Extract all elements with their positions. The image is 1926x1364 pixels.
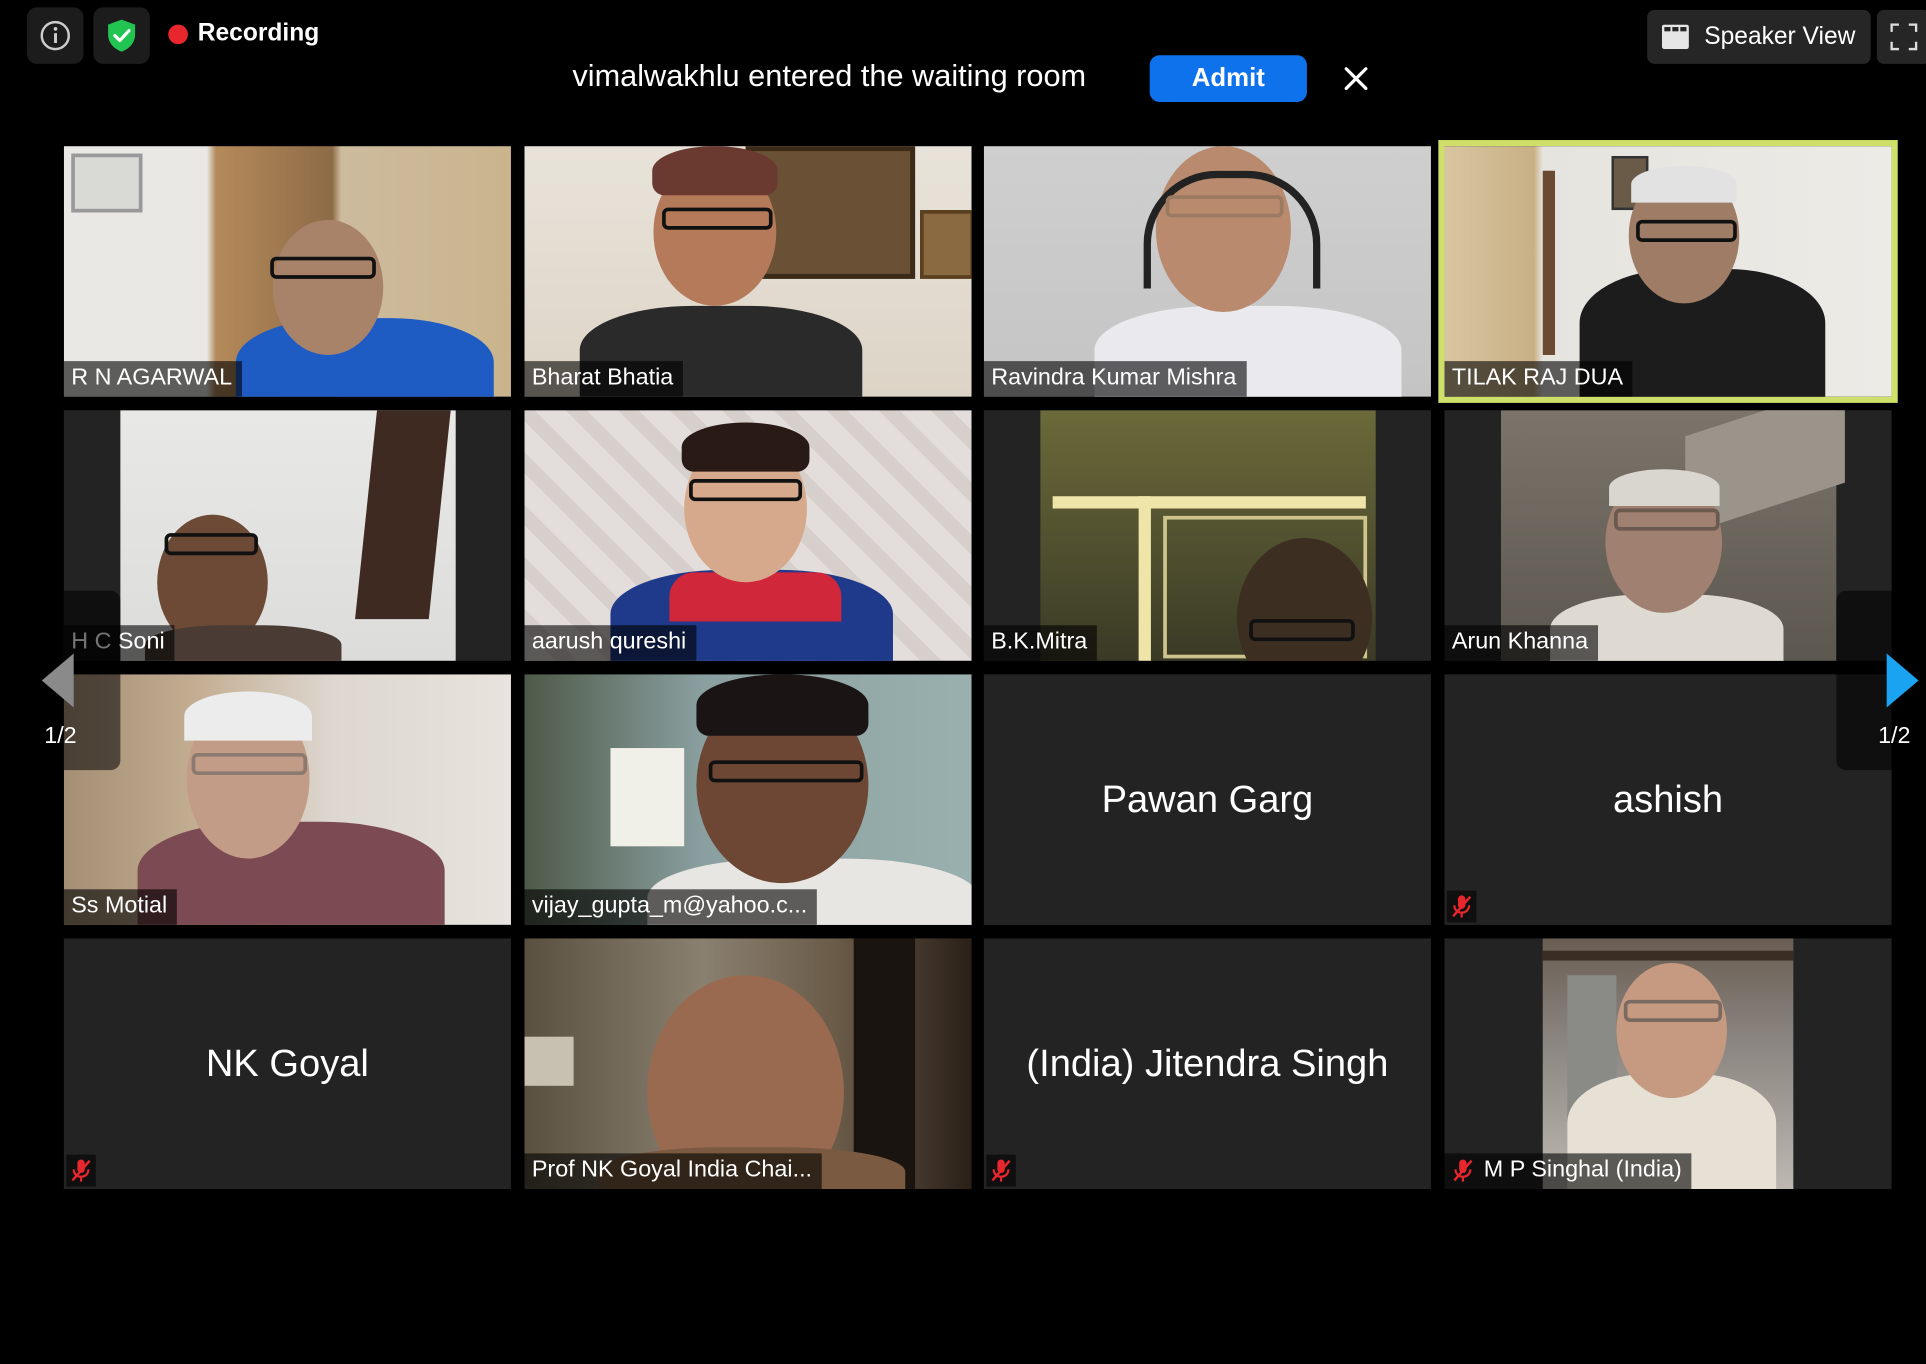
participant-tile[interactable]: Pawan Garg: [983, 674, 1431, 925]
video-feed: [1444, 146, 1892, 397]
participant-tile[interactable]: Ravindra Kumar Mishra: [983, 146, 1431, 397]
security-button[interactable]: [93, 7, 150, 64]
info-icon: [40, 20, 71, 51]
muted-mic-icon: [1446, 890, 1477, 923]
view-label: Speaker View: [1704, 22, 1856, 50]
participant-tile[interactable]: B.K.Mitra: [983, 410, 1431, 661]
participant-tile[interactable]: NK Goyal: [63, 938, 511, 1189]
shield-check-icon: [108, 19, 136, 52]
participant-name: Ss Motial: [63, 889, 178, 925]
video-feed: [524, 146, 972, 397]
participant-tile[interactable]: aarush qureshi: [524, 410, 972, 661]
participant-tile[interactable]: Arun Khanna: [1444, 410, 1892, 661]
participant-name: Prof NK Goyal India Chai...: [524, 1153, 822, 1189]
close-icon[interactable]: [1339, 61, 1373, 95]
participant-name-center: Pawan Garg: [1101, 777, 1314, 821]
video-feed: [983, 146, 1431, 397]
meeting-info-button[interactable]: [27, 7, 84, 64]
participant-name-center: ashish: [1612, 777, 1724, 821]
participant-tile[interactable]: ashish: [1444, 674, 1892, 925]
view-switch-button[interactable]: Speaker View: [1647, 9, 1871, 64]
participant-tile[interactable]: R N AGARWAL: [63, 146, 511, 397]
fullscreen-icon: [1890, 23, 1918, 51]
recording-indicator[interactable]: Recording: [168, 20, 319, 48]
participant-tile-active-speaker[interactable]: TILAK RAJ DUA: [1444, 146, 1892, 397]
participant-name: M P Singhal (India): [1483, 1157, 1682, 1183]
grid-icon: [1662, 24, 1690, 50]
recording-dot-icon: [168, 23, 188, 44]
participant-name-tag: M P Singhal (India): [1444, 1153, 1692, 1189]
waiting-room-notification: vimalwakhlu entered the waiting room Adm…: [540, 36, 1416, 121]
fullscreen-button[interactable]: [1876, 9, 1926, 64]
participant-tile[interactable]: Prof NK Goyal India Chai...: [524, 938, 972, 1189]
video-feed: [63, 674, 511, 925]
arrow-right-icon[interactable]: [1884, 653, 1919, 708]
arrow-left-icon[interactable]: [41, 653, 76, 708]
participant-tile[interactable]: (India) Jitendra Singh: [983, 938, 1431, 1189]
recording-label: Recording: [197, 19, 320, 47]
participant-name: Bharat Bhatia: [524, 361, 684, 397]
video-feed: [524, 938, 972, 1189]
meeting-window: Recording Speaker View vimalwakhlu enter…: [0, 0, 1926, 1364]
participant-tile[interactable]: H C Soni: [63, 410, 511, 661]
participant-name: vijay_gupta_m@yahoo.c...: [524, 889, 818, 925]
participant-name-center: NK Goyal: [205, 1041, 369, 1085]
participant-name: R N AGARWAL: [63, 361, 242, 397]
video-feed: [524, 410, 972, 661]
participant-name: aarush qureshi: [524, 625, 697, 661]
participant-name: Ravindra Kumar Mishra: [983, 361, 1247, 397]
participant-name: TILAK RAJ DUA: [1444, 361, 1633, 397]
participant-tile[interactable]: Ss Motial: [63, 674, 511, 925]
muted-mic-icon: [1453, 1159, 1473, 1182]
participant-name: Arun Khanna: [1444, 625, 1598, 661]
video-feed: [1040, 410, 1376, 661]
page-indicator-left: 1/2: [44, 723, 77, 750]
video-feed: [120, 410, 456, 661]
muted-mic-icon: [986, 1154, 1016, 1187]
video-feed: [1542, 938, 1794, 1189]
participant-tile[interactable]: vijay_gupta_m@yahoo.c...: [524, 674, 972, 925]
video-feed: [524, 674, 972, 925]
video-feed: [1500, 410, 1845, 661]
notification-message: vimalwakhlu entered the waiting room: [572, 58, 1087, 94]
muted-mic-icon: [66, 1154, 96, 1187]
participant-tile[interactable]: Bharat Bhatia: [524, 146, 972, 397]
video-feed: [63, 146, 511, 397]
admit-button[interactable]: Admit: [1149, 55, 1307, 102]
participant-name: B.K.Mitra: [983, 625, 1098, 661]
page-indicator-right: 1/2: [1878, 723, 1911, 750]
participant-name-center: (India) Jitendra Singh: [1026, 1041, 1389, 1085]
participant-tile[interactable]: M P Singhal (India): [1444, 938, 1892, 1189]
